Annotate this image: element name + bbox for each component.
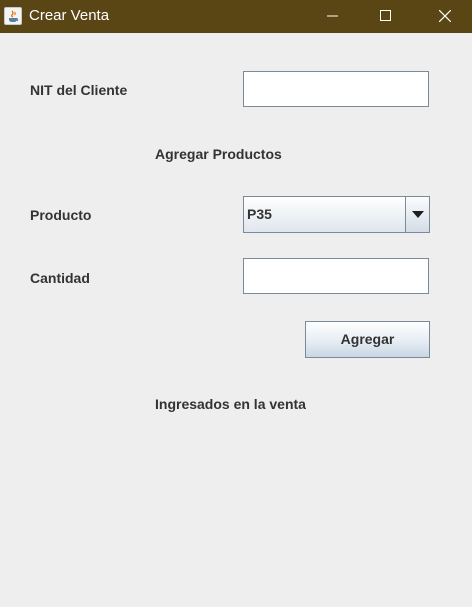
window-title: Crear Venta [29, 7, 110, 24]
chevron-down-icon [412, 211, 424, 218]
dropdown-arrow-button[interactable] [405, 197, 429, 232]
added-items-heading: Ingresados en la venta [155, 396, 306, 412]
title-bar[interactable]: Crear Venta [0, 0, 472, 33]
nit-input[interactable] [243, 71, 429, 107]
maximize-icon [380, 10, 391, 21]
nit-label: NIT del Cliente [30, 82, 128, 98]
java-icon [4, 7, 22, 25]
maximize-button[interactable] [363, 0, 409, 33]
cantidad-label: Cantidad [30, 270, 90, 286]
add-products-heading: Agregar Productos [155, 146, 282, 162]
cantidad-input[interactable] [243, 258, 429, 294]
producto-select[interactable]: P35 [243, 196, 430, 233]
minimize-button[interactable] [310, 0, 356, 33]
close-icon [439, 10, 451, 22]
producto-selected-value: P35 [247, 206, 272, 222]
agregar-button[interactable]: Agregar [305, 321, 430, 358]
minimize-icon [327, 15, 338, 17]
producto-label: Producto [30, 207, 92, 223]
close-button[interactable] [422, 0, 468, 33]
